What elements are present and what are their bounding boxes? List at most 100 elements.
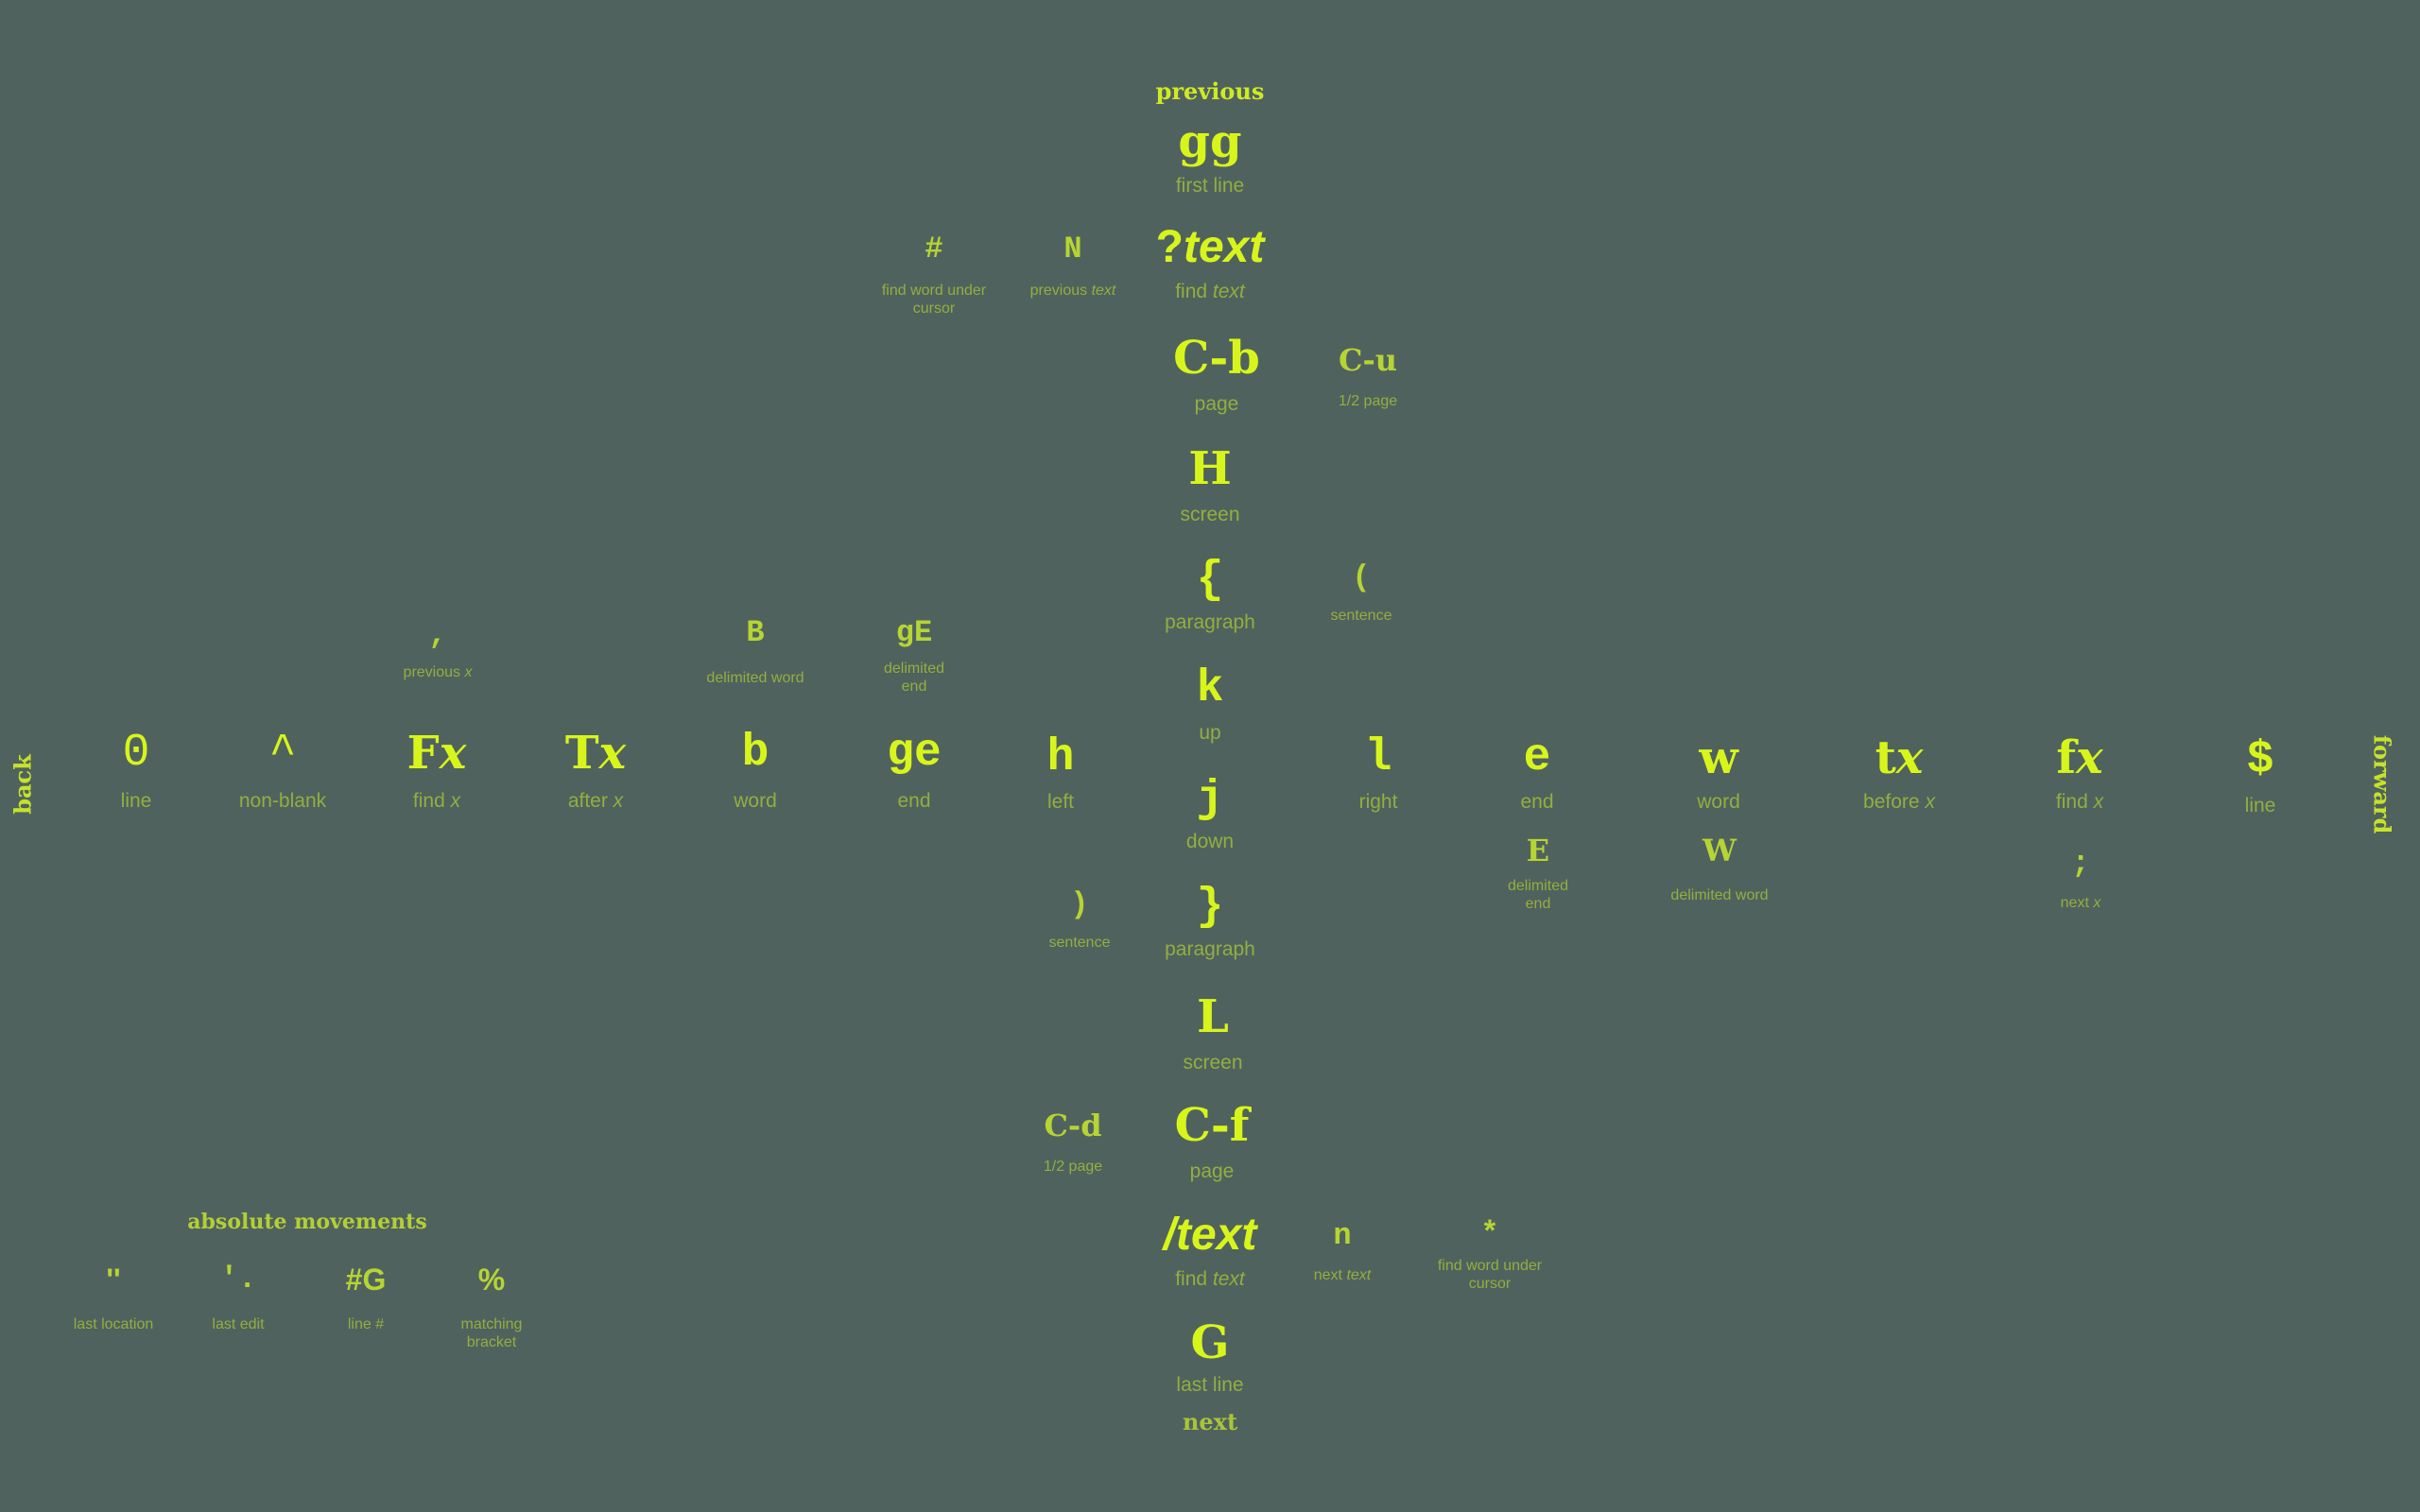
motion-Tx: Tx after x	[565, 730, 626, 813]
motion-B: B delimited word	[706, 618, 804, 687]
key-dollar: $	[2247, 732, 2273, 782]
motion-sentence-forward: ) sentence	[1049, 890, 1111, 952]
label-Fx: find x	[412, 790, 461, 812]
label-last-location: last location	[73, 1316, 154, 1332]
key-lbrace: {	[1196, 555, 1224, 606]
key-rparen: )	[1070, 887, 1089, 922]
key-e: e	[1523, 732, 1551, 783]
motion-gg: gg first line	[1176, 119, 1244, 198]
key-ctrl-d: C-d	[1044, 1108, 1102, 1143]
key-ctrl-b: C-b	[1173, 332, 1260, 385]
key-E: E	[1526, 833, 1550, 868]
label-W: delimited word	[1670, 887, 1769, 903]
label-b: word	[734, 790, 777, 812]
motion-dollar: $ line	[2245, 735, 2276, 817]
motion-H: H screen	[1180, 446, 1239, 526]
label-k: up	[1199, 722, 1221, 744]
key-search-backward: ?text	[1155, 222, 1265, 272]
label-dollar: line	[2244, 795, 2276, 816]
motion-caret: ^ non-blank	[239, 730, 326, 813]
motion-Fx: Fx find x	[407, 730, 467, 813]
key-caret: ^	[268, 728, 297, 779]
label-lbrace: paragraph	[1165, 611, 1255, 633]
label-ctrl-d: 1/2 page	[1043, 1159, 1103, 1175]
key-zero: 0	[122, 728, 150, 779]
label-h: left	[1046, 791, 1074, 813]
motion-paragraph-forward: } paragraph	[1165, 885, 1255, 961]
key-H: H	[1188, 442, 1232, 495]
label-line-number: line #	[347, 1316, 385, 1332]
direction-next: next	[1182, 1408, 1238, 1435]
label-e: end	[1520, 791, 1554, 813]
key-tx: tx	[1875, 731, 1924, 784]
absolute-item-last-location: '' last location	[74, 1264, 154, 1333]
key-search-forward: /text	[1163, 1210, 1257, 1260]
motion-w: w word	[1697, 735, 1740, 814]
label-w: word	[1697, 791, 1740, 813]
label-fx: find x	[2055, 791, 2104, 813]
key-line-number: #G	[345, 1263, 387, 1297]
direction-forward: forward	[2368, 734, 2396, 834]
label-rparen: sentence	[1048, 935, 1111, 951]
key-last-edit: '.	[219, 1262, 257, 1297]
key-comma: ,	[428, 617, 447, 652]
label-n: next text	[1313, 1267, 1372, 1283]
motion-h: h left	[1047, 735, 1075, 814]
key-last-location: ''	[106, 1263, 121, 1297]
key-G: G	[1190, 1316, 1230, 1369]
key-matching-bracket: %	[477, 1263, 506, 1297]
motion-l: l right	[1359, 735, 1398, 814]
label-semicolon: next x	[2060, 895, 2101, 911]
direction-previous: previous	[1155, 77, 1265, 105]
label-ctrl-u: 1/2 page	[1338, 393, 1398, 409]
label-zero: line	[120, 790, 152, 812]
direction-back: back	[9, 754, 37, 815]
key-lparen: (	[1352, 560, 1371, 595]
absolute-item-line-number: #G line #	[346, 1264, 387, 1333]
motion-hash: # find word under cursor	[873, 234, 995, 318]
label-search-backward: find text	[1175, 281, 1245, 302]
motion-ge: ge end	[887, 730, 942, 813]
motion-search-forward: /text find text	[1164, 1212, 1257, 1291]
key-B: B	[746, 615, 765, 650]
motion-ctrl-u: C-u 1/2 page	[1339, 345, 1397, 410]
motion-star: * find word under cursor	[1428, 1219, 1551, 1293]
key-semicolon: ;	[2071, 846, 2090, 881]
absolute-movements-title: absolute movements	[187, 1210, 427, 1234]
key-rbrace: }	[1196, 882, 1224, 933]
motion-b: b word	[734, 730, 777, 813]
key-fx: fx	[2056, 731, 2103, 784]
motion-semicolon: ; next x	[2061, 849, 2101, 912]
label-N: previous text	[1029, 283, 1116, 299]
label-caret: non-blank	[238, 790, 327, 812]
label-last-edit: last edit	[212, 1316, 265, 1332]
motion-ctrl-b: C-b page	[1173, 335, 1260, 416]
key-w: w	[1699, 731, 1738, 784]
key-W: W	[1703, 833, 1737, 868]
label-gg: first line	[1175, 175, 1245, 197]
key-ctrl-f: C-f	[1174, 1099, 1250, 1152]
motion-N: N previous text	[1030, 234, 1116, 300]
key-gg: gg	[1178, 115, 1242, 168]
motion-zero: 0 line	[121, 730, 152, 813]
label-B: delimited word	[706, 670, 804, 686]
label-rbrace: paragraph	[1165, 938, 1255, 960]
key-hash: #	[925, 232, 943, 266]
label-matching-bracket: matching bracket	[460, 1316, 523, 1351]
label-hash: find word under cursor	[881, 283, 987, 318]
motion-j: j down	[1186, 777, 1234, 853]
key-ctrl-u: C-u	[1338, 342, 1397, 378]
motion-search-backward: ?text find text	[1156, 225, 1265, 303]
absolute-item-matching-bracket: % matching bracket	[449, 1264, 534, 1351]
key-l: l	[1364, 732, 1392, 783]
key-ge: ge	[887, 728, 942, 779]
key-star: *	[1480, 1216, 1499, 1251]
label-gE: delimited end	[883, 661, 945, 696]
motion-n: n next text	[1314, 1221, 1371, 1284]
label-j: down	[1185, 831, 1235, 852]
motion-e: e end	[1520, 735, 1553, 814]
key-gE: gE	[895, 615, 933, 650]
motion-tx: tx before x	[1863, 735, 1935, 814]
key-b: b	[741, 728, 769, 779]
motion-W: W delimited word	[1670, 835, 1768, 904]
